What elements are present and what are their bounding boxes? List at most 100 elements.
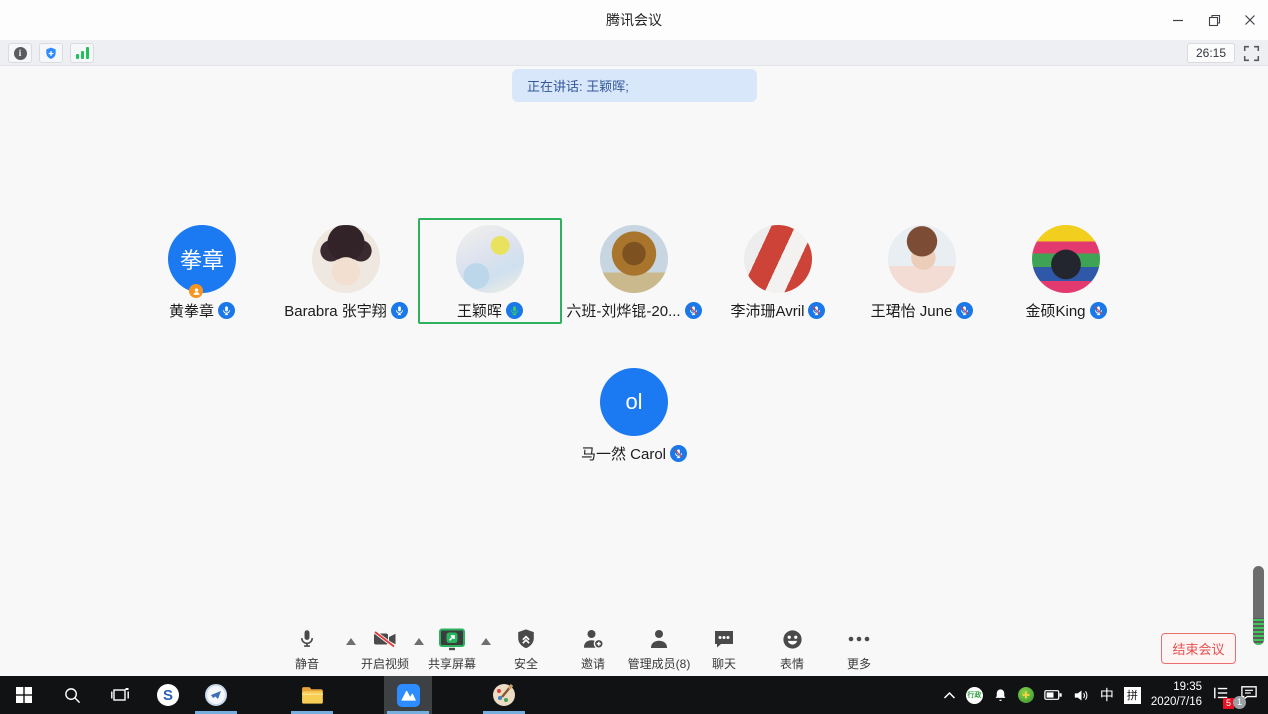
meeting-timer: 26:15 (1187, 43, 1235, 63)
microphone-icon (296, 626, 318, 652)
taskbar-date: 2020/7/16 (1151, 695, 1202, 710)
sogou-browser-button[interactable]: S (144, 676, 192, 714)
close-button[interactable] (1232, 0, 1268, 40)
control-label: 聊天 (712, 655, 736, 672)
windows-taskbar: S (0, 676, 1268, 714)
mic-muted-icon (670, 445, 687, 462)
meeting-toolbar: i 26:15 (0, 40, 1268, 66)
participant-name: 李沛珊Avril (731, 300, 805, 321)
sogou-browser-icon: S (157, 684, 179, 706)
control-label: 表情 (780, 655, 804, 672)
taskbar-search-button[interactable] (48, 676, 96, 714)
invite-person-icon (581, 626, 605, 652)
audio-level-meter (1253, 566, 1264, 645)
avatar (456, 225, 524, 293)
windows-start-icon (16, 687, 32, 703)
titlebar: 腾讯会议 (0, 0, 1268, 40)
antivirus-shield-icon[interactable] (1018, 687, 1034, 703)
participant-tile[interactable]: Barabra 张宇翔 (274, 218, 418, 324)
participant-name: 王颖晖 (457, 300, 502, 321)
participant-tile[interactable]: 六班-刘烨锟-20... (562, 218, 706, 324)
control-label: 静音 (295, 655, 319, 672)
search-icon (64, 687, 81, 704)
participant-tile[interactable]: 王珺怡 June (850, 218, 994, 324)
restore-icon (1208, 14, 1221, 27)
ime-language-indicator[interactable]: 中 (1100, 685, 1114, 705)
paint-button[interactable] (480, 676, 528, 714)
start-button[interactable] (0, 676, 48, 714)
control-label: 共享屏幕 (428, 655, 476, 672)
mic-speaking-icon (506, 302, 523, 319)
mail-app-icon (205, 684, 227, 706)
mail-app-button[interactable] (192, 676, 240, 714)
avatar (1032, 225, 1100, 293)
share-screen-icon (438, 626, 466, 652)
taskbar-clock[interactable]: 19:35 2020/7/16 (1151, 680, 1202, 710)
participant-tile[interactable]: ol 马一然 Carol (562, 361, 706, 467)
avatar (312, 225, 380, 293)
speaking-banner: 正在讲话: 王颖晖; (512, 69, 757, 102)
tencent-meeting-taskbar-button[interactable] (384, 676, 432, 714)
battery-icon[interactable] (1044, 688, 1063, 702)
control-label: 邀请 (581, 655, 605, 672)
minimize-icon (1172, 14, 1184, 26)
bell-icon[interactable] (993, 687, 1008, 703)
participant-tile[interactable]: 李沛珊Avril (706, 218, 850, 324)
participant-name: Barabra 张宇翔 (284, 300, 387, 321)
mic-on-icon (391, 302, 408, 319)
avatar (600, 225, 668, 293)
restore-button[interactable] (1196, 0, 1232, 40)
security-shield-icon (515, 626, 537, 652)
window-title: 腾讯会议 (0, 0, 1268, 40)
camera-off-icon (372, 626, 398, 652)
chevron-up-icon[interactable] (943, 691, 956, 700)
signal-strength-button[interactable] (70, 43, 94, 63)
emoji-icon (781, 626, 804, 652)
avatar: ol (600, 368, 668, 436)
action-center-badge: 1 (1233, 696, 1246, 709)
more-button[interactable]: 更多 (814, 626, 904, 672)
task-view-button[interactable] (96, 676, 144, 714)
audio-level-fill (1253, 618, 1264, 645)
more-dots-icon (846, 626, 872, 652)
task-view-icon (111, 687, 129, 703)
minimize-button[interactable] (1160, 0, 1196, 40)
avatar: 拳章 (168, 225, 236, 293)
end-meeting-button[interactable]: 结束会议 (1161, 633, 1236, 664)
participant-name: 六班-刘烨锟-20... (566, 300, 680, 321)
file-explorer-icon (301, 686, 324, 705)
taskbar-time: 19:35 (1151, 680, 1202, 695)
participant-tile[interactable]: 金硕King (994, 218, 1138, 324)
participant-name: 黄拳章 (169, 300, 214, 321)
mic-muted-icon (808, 302, 825, 319)
file-explorer-button[interactable] (288, 676, 336, 714)
green-app-tray-icon[interactable]: 行政 (966, 687, 983, 704)
paint-icon (493, 684, 515, 706)
mic-on-icon (218, 302, 235, 319)
control-label: 安全 (514, 655, 538, 672)
host-badge-icon (189, 284, 203, 298)
participant-name: 王珺怡 June (871, 300, 953, 321)
avatar (888, 225, 956, 293)
participant-tile[interactable]: 拳章 黄拳章 (130, 218, 274, 324)
meeting-info-icon: i (14, 47, 27, 60)
tencent-meeting-window: 腾讯会议 i 26:15 (0, 0, 1268, 714)
participant-tile-speaking[interactable]: 王颖晖 (418, 218, 562, 324)
network-security-button[interactable] (39, 43, 63, 63)
control-label: 更多 (847, 655, 871, 672)
mic-muted-icon (685, 302, 702, 319)
fullscreen-icon[interactable] (1243, 45, 1260, 62)
speaker-icon[interactable] (1073, 688, 1090, 703)
ime-mode-indicator[interactable]: 拼 (1124, 687, 1141, 704)
speaking-banner-text: 正在讲话: 王颖晖; (527, 76, 629, 95)
meeting-info-button[interactable]: i (8, 43, 32, 63)
mute-button[interactable]: 静音 (262, 626, 352, 672)
control-label: 开启视频 (361, 655, 409, 672)
participant-name: 马一然 Carol (581, 443, 666, 464)
tencent-meeting-icon (397, 684, 420, 707)
action-center-button[interactable]: 1 (1240, 685, 1258, 706)
notification-tray-button[interactable]: 5 (1212, 685, 1230, 706)
signal-strength-icon (76, 47, 89, 59)
close-icon (1244, 14, 1256, 26)
mic-muted-icon (956, 302, 973, 319)
